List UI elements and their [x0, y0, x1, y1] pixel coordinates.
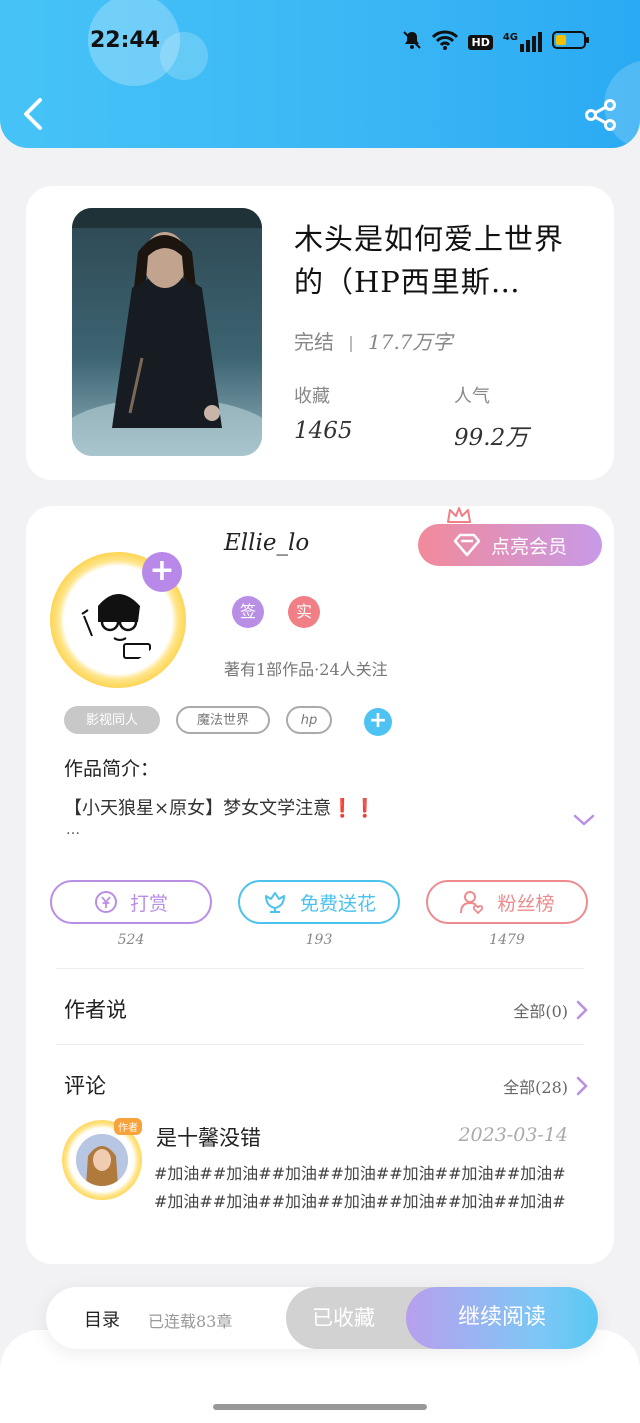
diamond-icon: [453, 533, 481, 557]
author-says-all-link[interactable]: 全部(0): [513, 998, 588, 1022]
chevron-down-icon: [573, 814, 595, 826]
stat-value: 1465: [294, 418, 353, 444]
home-indicator[interactable]: [213, 1404, 427, 1410]
intro-title: 作品简介：: [64, 758, 160, 780]
tip-label: 打赏: [129, 892, 168, 915]
battery-icon: [552, 30, 590, 54]
share-button[interactable]: [584, 98, 618, 132]
book-cover[interactable]: [72, 208, 262, 456]
chevron-right-icon: [576, 1000, 588, 1020]
hd-icon: HD: [468, 34, 493, 50]
fan-ranking-label: 粉丝榜: [497, 892, 555, 915]
chevron-left-icon: [24, 98, 42, 130]
send-flower-button[interactable]: 免费送花: [238, 880, 400, 924]
tip-count: 524: [117, 932, 145, 948]
tag-item[interactable]: 魔法世界: [176, 706, 270, 734]
share-icon: [585, 99, 616, 131]
follow-add-button[interactable]: +: [142, 552, 182, 592]
divider: [56, 1044, 584, 1045]
tip-button[interactable]: 打赏: [50, 880, 212, 924]
intro-ellipsis: …: [66, 822, 80, 838]
vip-label: 点亮会员: [490, 535, 567, 558]
author-says-link-label: 全部(0): [513, 1002, 568, 1021]
mute-icon: [402, 30, 422, 54]
vip-button[interactable]: 点亮会员: [418, 524, 602, 566]
separator: [350, 335, 352, 352]
word-count: 17.7万字: [368, 330, 453, 354]
fan-count: 1479: [489, 932, 525, 948]
avatar-image: [74, 576, 162, 664]
crown-icon: [447, 507, 471, 523]
comments-link-label: 全部(28): [503, 1078, 568, 1097]
comment-date: 2023-03-14: [458, 1124, 568, 1146]
chapter-count: 已连载83章: [148, 1312, 233, 1331]
author-meta: 著有1部作品·24人关注: [224, 660, 388, 679]
flower-count: 193: [305, 932, 333, 948]
signed-badge: 签: [232, 596, 264, 628]
send-flower-label: 免费送花: [299, 892, 376, 915]
add-tag-button[interactable]: +: [364, 708, 392, 736]
comment-text: #加油##加油##加油##加油##加油##加油##加油##加油##加油##加油#…: [154, 1164, 566, 1211]
stat-value: 99.2万: [454, 425, 529, 451]
wifi-icon: [432, 30, 459, 54]
comments-all-link[interactable]: 全部(28): [503, 1074, 588, 1098]
commenter-name[interactable]: 是十馨没错: [156, 1122, 261, 1152]
back-button[interactable]: [20, 96, 50, 132]
decor-bubble: [160, 32, 208, 80]
yen-coin-icon: [94, 891, 117, 913]
flower-icon: [264, 892, 285, 913]
expand-intro-button[interactable]: [572, 812, 596, 832]
book-info-card: 木头是如何爱上世界的（HP西里斯… 完结 17.7万字 收藏 1465 人气 99…: [26, 186, 614, 480]
divider: [56, 968, 584, 969]
stat-label: 人气: [454, 386, 490, 407]
toc-button[interactable]: 目录: [84, 1306, 120, 1332]
fan-ranking-button[interactable]: 粉丝榜: [426, 880, 588, 924]
stat-label: 收藏: [294, 386, 330, 407]
intro-text: 【小天狼星×原女】梦女文学注意❗❗: [64, 798, 376, 819]
comments-title: 评论: [64, 1074, 106, 1098]
verified-badge: 实: [288, 596, 320, 628]
stat-favorites: 收藏 1465: [294, 382, 353, 444]
author-tag-badge: 作者: [114, 1118, 142, 1135]
tag-item[interactable]: 影视同人: [64, 706, 160, 734]
avatar-image: [76, 1134, 128, 1186]
top-header: 22:44 HD 4G: [0, 0, 640, 148]
signal-icon: 4G: [503, 32, 542, 52]
bottom-action-bar: 目录 已连载83章 已收藏 继续阅读: [46, 1287, 598, 1349]
book-status: 完结: [294, 330, 334, 354]
book-status-row: 完结 17.7万字: [294, 326, 453, 355]
continue-reading-button[interactable]: 继续阅读: [406, 1287, 598, 1349]
user-heart-icon: [460, 891, 484, 915]
author-says-title: 作者说: [64, 998, 127, 1022]
stat-popularity: 人气 99.2万: [454, 382, 528, 452]
book-title: 木头是如何爱上世界的（HP西里斯…: [294, 222, 565, 299]
network-label: 4G: [502, 32, 518, 43]
author-name[interactable]: Ellie_lo: [224, 530, 309, 556]
status-time: 22:44: [90, 28, 161, 53]
author-card: + Ellie_lo 点亮会员 签 实 著有1部作品·24人关注 影视同人 魔法…: [26, 506, 614, 1264]
chevron-right-icon: [576, 1076, 588, 1096]
tag-item[interactable]: hp: [286, 706, 332, 734]
commenter-avatar[interactable]: 作者: [62, 1118, 142, 1200]
status-icons: HD 4G: [402, 30, 590, 54]
